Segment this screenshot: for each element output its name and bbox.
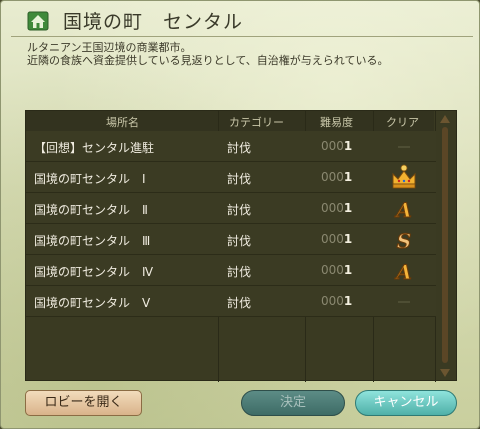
stage-difficulty: 0001	[321, 139, 353, 153]
title-divider	[11, 36, 473, 37]
table-row[interactable]: 国境の町センタル Ⅰ 討伐 0001	[26, 162, 436, 193]
stage-name: 国境の町センタル Ⅳ	[34, 265, 154, 279]
stage-name: 国境の町センタル Ⅱ	[34, 203, 148, 217]
stage-rows: 【回想】センタル進駐 討伐 0001 国境の町センタル Ⅰ 討伐 0001 国境…	[26, 131, 436, 317]
area-description: ルタニアン王国辺境の商業都市。 近隣の食族へ資金提供している見返りとして、自治権…	[27, 41, 467, 67]
stage-name: 国境の町センタル Ⅴ	[34, 296, 151, 310]
stage-difficulty: 0001	[321, 294, 353, 308]
rank-a-glyph: A	[394, 260, 412, 284]
table-row[interactable]: 【回想】センタル進駐 討伐 0001	[26, 131, 436, 162]
column-header-clear: クリア	[386, 116, 419, 129]
stage-category: 討伐	[227, 265, 252, 279]
column-header-category: カテゴリー	[229, 116, 284, 129]
stage-difficulty: 0001	[321, 201, 353, 215]
stage-category: 討伐	[227, 296, 252, 310]
clear-none-icon	[376, 131, 432, 162]
stage-name: 【回想】センタル進駐	[34, 141, 155, 155]
stage-difficulty: 0001	[321, 170, 353, 184]
rank-a-icon: A	[376, 193, 432, 224]
stage-difficulty: 0001	[321, 232, 353, 246]
rank-a-icon: A	[376, 255, 432, 286]
confirm-button[interactable]: 決定	[241, 390, 345, 416]
description-line-1: ルタニアン王国辺境の商業都市。	[27, 41, 192, 54]
stage-category: 討伐	[227, 141, 252, 155]
table-row[interactable]: 国境の町センタル Ⅳ 討伐 0001 A	[26, 255, 436, 286]
home-icon	[27, 11, 49, 31]
column-header-name: 場所名	[106, 116, 139, 129]
description-line-2: 近隣の食族へ資金提供している見返りとして、自治権が与えられている。	[27, 54, 389, 67]
stage-list-panel: 場所名 カテゴリー 難易度 クリア 【回想】センタル進駐 討伐 0001 国境の…	[25, 110, 457, 382]
window-header: 国境の町 センタル	[1, 1, 479, 39]
table-row[interactable]: 国境の町センタル Ⅲ 討伐 0001 S	[26, 224, 436, 255]
clear-none-icon	[376, 286, 432, 317]
table-row[interactable]: 国境の町センタル Ⅱ 討伐 0001 A	[26, 193, 436, 224]
scrollbar[interactable]	[436, 113, 454, 379]
stage-name: 国境の町センタル Ⅲ	[34, 234, 151, 248]
rank-s-glyph: S	[397, 229, 411, 253]
stage-category: 討伐	[227, 234, 252, 248]
rank-s-icon: S	[376, 224, 432, 255]
quest-window: 国境の町 センタル ルタニアン王国辺境の商業都市。 近隣の食族へ資金提供している…	[0, 0, 480, 429]
scroll-track[interactable]	[442, 127, 448, 363]
scroll-down-icon[interactable]	[440, 369, 450, 377]
page-title: 国境の町 センタル	[63, 11, 244, 33]
table-row[interactable]: 国境の町センタル Ⅴ 討伐 0001	[26, 286, 436, 317]
open-lobby-button[interactable]: ロビーを開く	[25, 390, 142, 416]
stage-difficulty: 0001	[321, 263, 353, 277]
rank-a-glyph: A	[394, 198, 412, 222]
crown-icon	[376, 162, 432, 193]
stage-category: 討伐	[227, 203, 252, 217]
scroll-up-icon[interactable]	[440, 115, 450, 123]
column-header-difficulty: 難易度	[320, 116, 353, 129]
cancel-button[interactable]: キャンセル	[355, 390, 457, 416]
stage-category: 討伐	[227, 172, 252, 186]
stage-name: 国境の町センタル Ⅰ	[34, 172, 146, 186]
